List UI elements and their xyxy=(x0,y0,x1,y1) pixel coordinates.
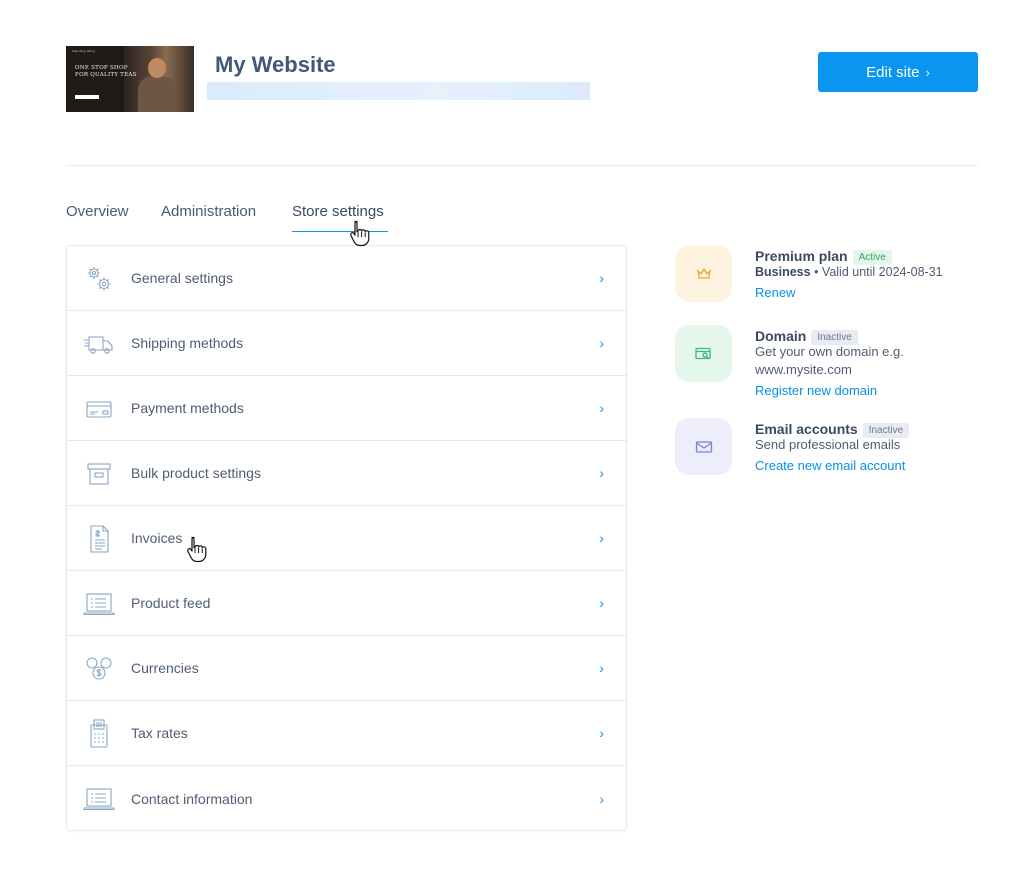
coins-icon xyxy=(86,657,112,680)
tab-administration[interactable]: Administration xyxy=(161,203,256,220)
chevron-right-icon: › xyxy=(599,660,604,676)
hand-pointer-cursor-icon xyxy=(350,220,370,247)
chevron-right-icon: › xyxy=(599,400,604,416)
chevron-right-icon: › xyxy=(599,530,604,546)
settings-row-invoices[interactable]: Invoices › xyxy=(67,506,626,571)
email-accounts-title-text: Email accounts xyxy=(755,421,858,437)
settings-row-label: Invoices xyxy=(131,530,183,546)
chevron-right-icon: › xyxy=(599,595,604,611)
create-email-link[interactable]: Create new email account xyxy=(755,458,905,473)
thumbnail-person xyxy=(138,76,176,112)
gears-icon xyxy=(88,267,111,291)
settings-row-label: Payment methods xyxy=(131,400,244,416)
chevron-right-icon: › xyxy=(599,790,604,807)
edit-site-label: Edit site xyxy=(866,63,920,81)
thumbnail-person-head xyxy=(148,58,166,78)
domain-icon-tile xyxy=(675,325,732,382)
settings-row-currencies[interactable]: Currencies › xyxy=(67,636,626,701)
chevron-right-icon: › xyxy=(925,64,930,80)
envelope-icon xyxy=(695,440,712,453)
site-thumbnail[interactable]: One Stop Shop ONE STOP SHOP FOR QUALITY … xyxy=(66,46,194,112)
thumbnail-cta-button xyxy=(75,95,99,99)
truck-icon xyxy=(84,336,113,354)
settings-row-general[interactable]: General settings › xyxy=(67,246,626,311)
site-url-placeholder xyxy=(207,82,590,100)
crown-icon xyxy=(696,267,711,279)
settings-row-shipping[interactable]: Shipping methods › xyxy=(67,311,626,376)
box-icon xyxy=(87,463,111,485)
calculator-icon xyxy=(90,719,108,748)
settings-row-label: Bulk product settings xyxy=(131,465,261,481)
settings-row-payment[interactable]: Payment methods › xyxy=(67,376,626,441)
settings-row-contact[interactable]: Contact information › xyxy=(67,766,626,831)
settings-row-product-feed[interactable]: Product feed › xyxy=(67,571,626,636)
email-icon-tile xyxy=(675,418,732,475)
invoice-icon xyxy=(90,525,109,553)
chevron-right-icon: › xyxy=(599,465,604,481)
chevron-right-icon: › xyxy=(599,270,604,286)
register-domain-link[interactable]: Register new domain xyxy=(755,383,877,398)
active-tab-indicator xyxy=(292,231,388,232)
settings-row-label: Shipping methods xyxy=(131,335,244,351)
store-settings-list: General settings › Shipping methods › Pa… xyxy=(66,245,627,831)
plan-name: Business xyxy=(755,265,811,279)
settings-row-tax-rates[interactable]: Tax rates › xyxy=(67,701,626,766)
premium-plan-title-text: Premium plan xyxy=(755,248,848,264)
chevron-right-icon: › xyxy=(599,725,604,741)
plan-validity: • Valid until 2024-08-31 xyxy=(810,265,943,279)
premium-plan-details: Business • Valid until 2024-08-31 xyxy=(755,263,955,281)
domain-title-text: Domain xyxy=(755,328,807,344)
settings-row-bulk-product[interactable]: Bulk product settings › xyxy=(67,441,626,506)
domain-description: Get your own domain e.g. www.mysite.com xyxy=(755,344,904,377)
tab-overview[interactable]: Overview xyxy=(66,203,129,220)
email-description: Send professional emails xyxy=(755,437,901,452)
credit-card-icon xyxy=(86,401,112,418)
settings-row-label: Currencies xyxy=(131,660,199,676)
tab-store-settings[interactable]: Store settings xyxy=(292,203,384,220)
domain-search-icon xyxy=(694,347,711,359)
settings-row-label: General settings xyxy=(131,270,233,286)
hand-pointer-cursor-icon xyxy=(187,536,207,563)
laptop-list-icon xyxy=(83,788,115,811)
header-divider xyxy=(66,165,978,166)
settings-row-label: Product feed xyxy=(131,595,211,611)
edit-site-button[interactable]: Edit site › xyxy=(818,52,978,92)
renew-link[interactable]: Renew xyxy=(755,285,795,300)
site-title: My Website xyxy=(215,52,336,77)
thumbnail-tagline: ONE STOP SHOP FOR QUALITY TEAS xyxy=(75,65,137,78)
laptop-list-icon xyxy=(83,593,115,616)
settings-row-label: Tax rates xyxy=(131,725,188,741)
thumbnail-brand-text: One Stop Shop xyxy=(72,49,95,53)
chevron-right-icon: › xyxy=(599,335,604,351)
settings-row-label: Contact information xyxy=(131,790,253,807)
premium-plan-icon-tile xyxy=(675,245,732,302)
